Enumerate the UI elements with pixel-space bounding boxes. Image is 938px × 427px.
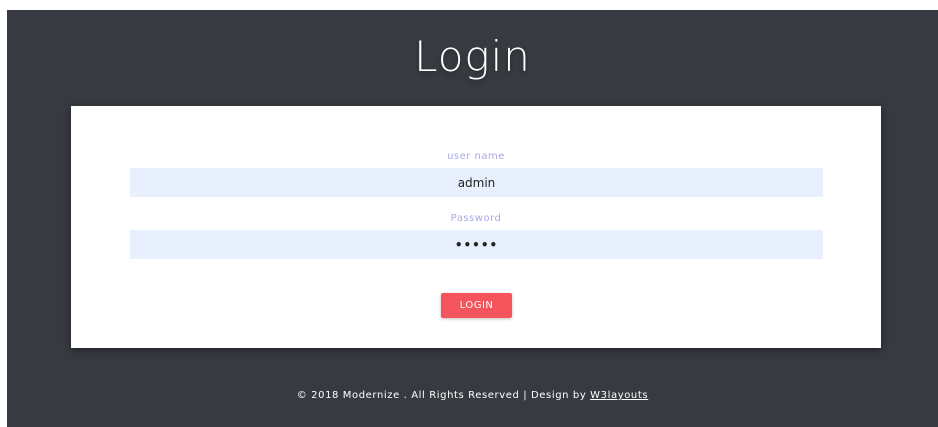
designer-link[interactable]: W3layouts	[590, 390, 648, 401]
login-button[interactable]: LOGIN	[441, 293, 512, 318]
password-field[interactable]	[130, 230, 823, 259]
username-label: user name	[447, 151, 505, 162]
footer: © 2018 Modernize . All Rights Reserved |…	[7, 390, 938, 401]
login-card: user name Password LOGIN	[71, 106, 881, 348]
password-label: Password	[450, 213, 502, 224]
page-title: Login	[414, 32, 531, 81]
login-page: Login user name Password LOGIN © 2018 Mo…	[7, 10, 938, 427]
copyright-text: © 2018 Modernize . All Rights Reserved |…	[296, 390, 591, 401]
username-field[interactable]	[130, 168, 823, 197]
